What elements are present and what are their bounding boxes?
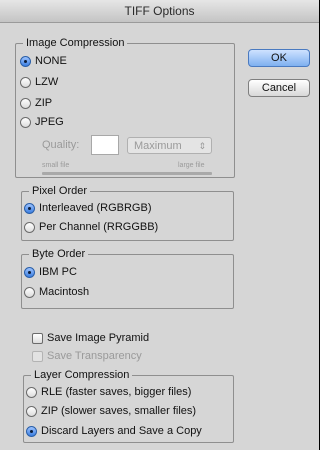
layer-compression-legend: Layer Compression [31,368,133,382]
image-compression-legend: Image Compression [23,36,128,50]
radio-icon[interactable] [26,386,37,398]
quality-slider[interactable] [42,172,212,175]
pixel-order-interleaved-label: Interleaved (RGBRGB) [39,202,152,214]
radio-icon[interactable] [26,405,37,417]
tiff-options-dialog: TIFF Options OK Cancel Image Compression… [0,0,319,450]
byte-order-legend: Byte Order [29,247,89,261]
large-file-label: large file [178,162,205,169]
layer-compression-discard-option[interactable]: Discard Layers and Save a Copy [26,423,202,439]
compression-jpeg-option[interactable]: JPEG [20,114,64,130]
compression-lzw-label: LZW [35,76,59,88]
radio-icon[interactable] [24,286,35,298]
radio-icon[interactable] [20,116,31,128]
pixel-order-per-channel-option[interactable]: Per Channel (RRGGBB) [24,219,158,235]
radio-selected-icon[interactable] [24,202,35,214]
radio-selected-icon[interactable] [24,266,35,278]
save-transparency-label: Save Transparency [47,350,142,362]
quality-label: Quality: [42,139,80,151]
byte-order-group: Byte Order [21,247,234,309]
layer-compression-zip-label: ZIP (slower saves, smaller files) [41,405,197,417]
pixel-order-per-channel-label: Per Channel (RRGGBB) [39,221,159,233]
quality-preset-select[interactable]: Maximum ⇕ [127,137,212,154]
layer-compression-discard-label: Discard Layers and Save a Copy [41,425,202,437]
byte-order-mac-label: Macintosh [39,286,90,298]
radio-icon[interactable] [24,221,35,233]
quality-input[interactable] [91,135,119,155]
layer-compression-rle-option[interactable]: RLE (faster saves, bigger files) [26,384,191,400]
small-file-label: small file [42,162,70,169]
quality-preset-value: Maximum [134,140,182,152]
pixel-order-interleaved-option[interactable]: Interleaved (RGBRGB) [24,200,151,216]
compression-none-option[interactable]: NONE [20,53,67,69]
compression-zip-label: ZIP [35,97,53,109]
byte-order-ibm-label: IBM PC [39,266,77,278]
radio-icon[interactable] [20,76,31,88]
compression-jpeg-label: JPEG [35,116,64,128]
byte-order-ibm-option[interactable]: IBM PC [24,264,77,280]
pixel-order-legend: Pixel Order [29,184,91,198]
save-image-pyramid-checkbox[interactable]: Save Image Pyramid [32,330,149,346]
layer-compression-rle-label: RLE (faster saves, bigger files) [41,386,192,398]
compression-none-label: NONE [35,55,67,67]
radio-icon[interactable] [20,97,31,109]
cancel-button[interactable]: Cancel [248,79,310,97]
radio-selected-icon[interactable] [20,55,31,67]
dialog-title: TIFF Options [0,0,319,23]
compression-lzw-option[interactable]: LZW [20,74,58,90]
save-transparency-checkbox: Save Transparency [32,348,142,364]
radio-selected-icon[interactable] [26,425,37,437]
compression-zip-option[interactable]: ZIP [20,95,52,111]
select-arrows-icon: ⇕ [198,141,206,151]
checkbox-icon [32,350,43,362]
save-image-pyramid-label: Save Image Pyramid [47,332,150,344]
layer-compression-zip-option[interactable]: ZIP (slower saves, smaller files) [26,403,196,419]
checkbox-icon[interactable] [32,332,43,344]
byte-order-mac-option[interactable]: Macintosh [24,284,89,300]
ok-button[interactable]: OK [248,49,310,67]
